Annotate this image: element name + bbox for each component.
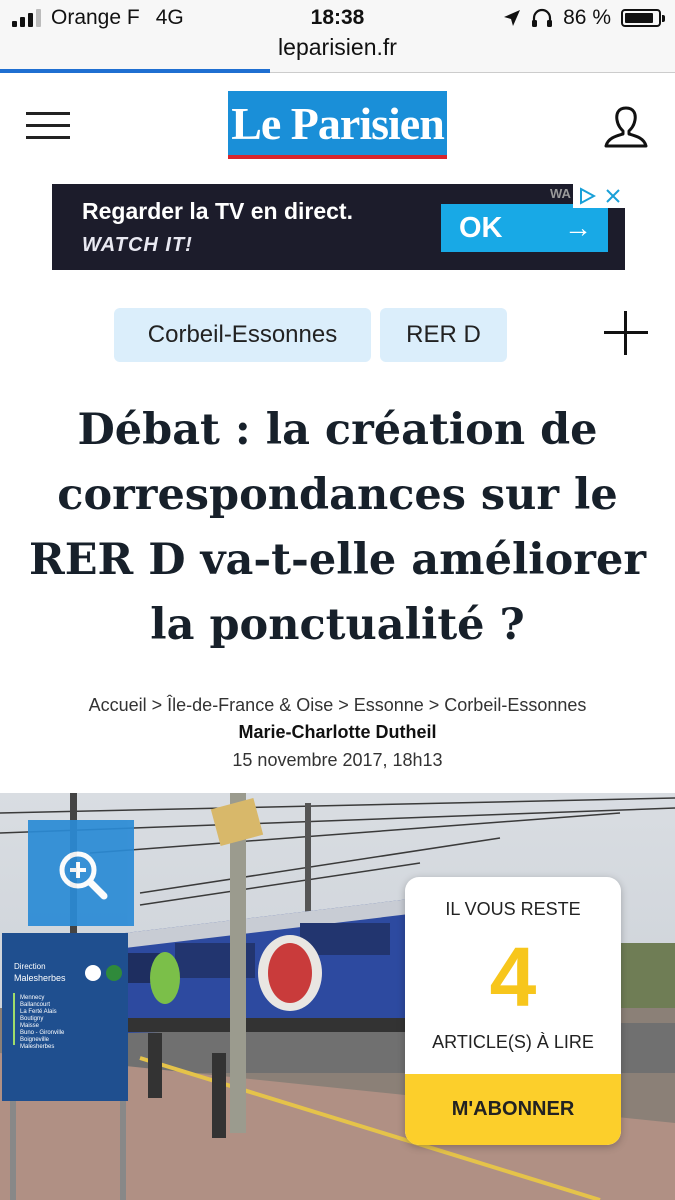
- battery-percent: 86 %: [563, 6, 611, 29]
- ad-watermark: WA: [550, 186, 571, 201]
- paywall-remaining-label: IL VOUS RESTE: [445, 899, 581, 919]
- plus-icon[interactable]: [604, 311, 648, 355]
- status-right: 86 %: [503, 6, 665, 30]
- sign-station: Maisse: [20, 1023, 40, 1029]
- paywall-articles-label: ARTICLE(S) À LIRE: [432, 1032, 594, 1052]
- sign-station: La Ferté Alais: [20, 1009, 57, 1015]
- sign-station: Mennecy: [20, 995, 44, 1001]
- battery-icon: [621, 9, 665, 27]
- close-icon[interactable]: [605, 188, 621, 204]
- ad-choices[interactable]: [573, 184, 625, 208]
- article-title: Débat : la création de correspondances s…: [29, 405, 646, 650]
- user-account-icon[interactable]: [602, 104, 650, 150]
- tag-corbeil-essonnes[interactable]: Corbeil-Essonnes: [114, 308, 371, 362]
- ad-cta-label: OK: [459, 212, 503, 244]
- article-author[interactable]: Marie-Charlotte Dutheil: [0, 722, 675, 743]
- subscribe-button[interactable]: M'ABONNER: [405, 1074, 621, 1145]
- status-bar: Orange F 4G 18:38 86 % leparisien.fr: [0, 0, 675, 73]
- ad-cta-button[interactable]: OK →: [441, 204, 608, 252]
- address-bar[interactable]: leparisien.fr: [0, 34, 675, 61]
- zoom-in-icon: [59, 851, 108, 900]
- sign-station: Boutigny: [20, 1016, 43, 1022]
- hamburger-menu-icon[interactable]: [26, 112, 70, 142]
- sign-station: Malesherbes: [20, 1044, 54, 1050]
- site-logo[interactable]: Le Parisien: [228, 91, 447, 159]
- page-load-progress: [0, 69, 270, 73]
- paywall-card: IL VOUS RESTE 4 ARTICLE(S) À LIRE M'ABON…: [405, 877, 621, 1145]
- breadcrumb[interactable]: Accueil > Île-de-France & Oise > Essonne…: [0, 695, 675, 716]
- sign-station: Buno - Gironville: [20, 1030, 65, 1036]
- headphones-icon: [532, 8, 553, 27]
- sign-station: Ballancourt: [20, 1002, 50, 1008]
- ad-brand-logo: WATCH IT!: [82, 234, 193, 256]
- zoom-button[interactable]: [28, 820, 134, 926]
- sign-direction: Direction: [14, 962, 46, 971]
- sign-destination: Malesherbes: [14, 973, 66, 983]
- sign-station: Boigneville: [20, 1037, 50, 1043]
- ad-banner[interactable]: Regarder la TV en direct. WATCH IT! WA O…: [52, 184, 625, 270]
- adchoices-icon[interactable]: [578, 187, 596, 205]
- arrow-right-icon: →: [564, 212, 592, 243]
- tag-rer-d[interactable]: RER D: [380, 308, 507, 362]
- location-arrow-icon: [504, 10, 521, 26]
- paywall-count: 4: [489, 930, 537, 1024]
- ad-headline: Regarder la TV en direct.: [82, 198, 353, 224]
- article-date: 15 novembre 2017, 18h13: [232, 750, 443, 770]
